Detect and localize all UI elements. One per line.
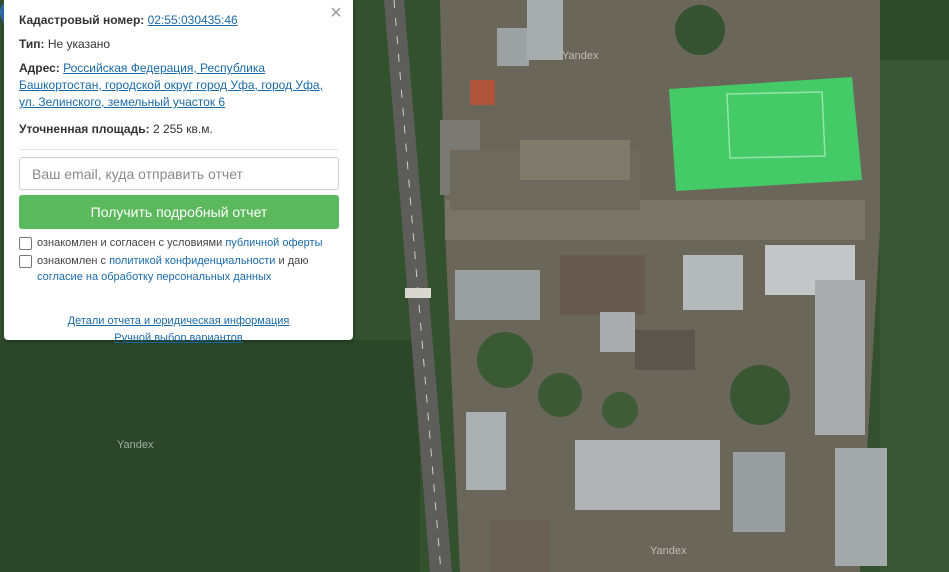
privacy-consent-text: ознакомлен с (37, 255, 110, 267)
email-field[interactable] (19, 157, 339, 190)
land-parcel-highlight (669, 77, 862, 191)
address-link-line1[interactable]: Российская Федерация, Республика (63, 61, 265, 75)
address-link-line3[interactable]: ул. Зелинского, земельный участок 6 (19, 95, 225, 109)
get-report-button[interactable]: Получить подробный отчет (19, 195, 339, 229)
privacy-consent: ознакомлен с политикой конфиденциальност… (19, 253, 338, 285)
map-watermark: Yandex (650, 545, 687, 557)
privacy-policy-link[interactable]: политикой конфиденциальности (109, 255, 275, 267)
type-value: Не указано (47, 37, 111, 51)
privacy-consent-label: ознакомлен с политикой конфиденциальност… (37, 253, 338, 285)
privacy-consent-text2: и даю (275, 255, 309, 267)
privacy-consent-checkbox[interactable] (19, 255, 32, 268)
report-details-link[interactable]: Детали отчета и юридическая информация (68, 315, 290, 327)
cadastral-label: Кадастровый номер: (19, 13, 145, 27)
map-watermark: Yandex (117, 439, 154, 451)
area-row: Уточненная площадь: 2 255 кв.м. (19, 121, 338, 138)
personal-data-consent-link[interactable]: согласие на обработку персональных данны… (37, 271, 271, 283)
offer-consent-label: ознакомлен и согласен с условиями публич… (37, 235, 323, 251)
address-label: Адрес: (19, 61, 60, 75)
divider (19, 149, 338, 150)
cadastral-row: Кадастровый номер: 02:55:030435:46 (19, 12, 338, 29)
footer-links: Детали отчета и юридическая информация Р… (19, 313, 338, 347)
offer-consent-checkbox[interactable] (19, 237, 32, 250)
public-offer-link[interactable]: публичной оферты (225, 237, 322, 249)
address-row: Адрес: Российская Федерация, Республика … (19, 60, 338, 111)
cadastral-number-link[interactable]: 02:55:030435:46 (148, 13, 238, 27)
type-label: Тип: (19, 37, 45, 51)
manual-selection-link[interactable]: Ручной выбор вариантов (114, 332, 242, 344)
area-label: Уточненная площадь: (19, 122, 150, 136)
offer-consent: ознакомлен и согласен с условиями публич… (19, 235, 338, 251)
close-icon[interactable]: × (327, 3, 345, 23)
address-link-line2[interactable]: Башкортостан, городской округ город Уфа,… (19, 78, 323, 92)
parcel-info-panel: × Кадастровый номер: 02:55:030435:46 Тип… (4, 0, 353, 344)
offer-consent-text: ознакомлен и согласен с условиями (37, 237, 226, 249)
area-value: 2 255 кв.м. (152, 122, 213, 136)
map-watermark: Yandex (562, 50, 599, 62)
type-row: Тип: Не указано (19, 36, 338, 53)
